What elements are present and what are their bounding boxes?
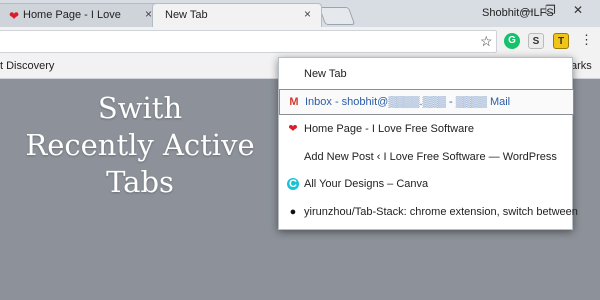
profile-name[interactable]: Shobhit@ILFS [482, 7, 554, 19]
tab-list-item-home-page[interactable]: ❤ Home Page - I Love Free Software [279, 117, 574, 143]
heart-icon: ❤ [9, 9, 20, 23]
bookmark-discovery[interactable]: t Discovery [0, 60, 54, 72]
tab-list-item-inbox[interactable]: M Inbox - shobhit@▒▒▒▒.▒▒▒ - ▒▒▒▒ Mail [279, 89, 574, 115]
menu-icon[interactable]: ⋮ [580, 32, 593, 48]
github-icon: ● [289, 206, 297, 218]
tab-list-item-label: yirunzhou/Tab-Stack: chrome extension, s… [304, 206, 578, 218]
headline-line-2: Recently Active [25, 128, 255, 162]
canva-icon: C [287, 178, 299, 190]
close-tab-icon[interactable]: × [304, 7, 311, 21]
heart-icon: ❤ [288, 123, 298, 135]
close-window-button[interactable]: ✕ [573, 3, 583, 17]
tab-list-item-label: Inbox - shobhit@▒▒▒▒.▒▒▒ - ▒▒▒▒ Mail [305, 96, 511, 108]
tab-list-item-new-tab[interactable]: New Tab [279, 62, 574, 88]
tab-list-item-label: Home Page - I Love Free Software [304, 123, 474, 135]
tab-list-item-github[interactable]: ● yirunzhou/Tab-Stack: chrome extension,… [279, 200, 578, 226]
tab-list-item-label: All Your Designs – Canva [304, 178, 429, 190]
tab-home-page[interactable]: ❤ Home Page - I Love Free × [0, 3, 160, 27]
headline-line-1: Swith [97, 91, 183, 125]
tab-stack-extension-icon[interactable]: T [553, 33, 569, 49]
tab-list-item-canva[interactable]: C All Your Designs – Canva [279, 172, 574, 198]
other-bookmarks[interactable]: arks [571, 60, 592, 72]
new-tab-button[interactable] [318, 7, 356, 25]
tab-switcher-popup: New Tab M Inbox - shobhit@▒▒▒▒.▒▒▒ - ▒▒▒… [278, 57, 578, 230]
close-tab-icon[interactable]: × [145, 7, 152, 21]
bookmark-star-icon[interactable]: ☆ [480, 33, 493, 50]
headline: Swith Recently Active Tabs [0, 90, 280, 201]
toolbar: ☆ G S T ⋮ [0, 27, 600, 54]
tab-label: Home Page - I Love Free [23, 9, 121, 21]
tab-list-item-add-new-post[interactable]: Add New Post ‹ I Love Free Software — Wo… [279, 145, 574, 171]
title-bar: ❤ Home Page - I Love Free × New Tab × Sh… [0, 0, 600, 27]
headline-line-3: Tabs [106, 165, 174, 199]
maximize-button[interactable]: ❐ [545, 3, 556, 17]
gmail-icon: M [289, 96, 299, 108]
tab-list-item-label: Add New Post ‹ I Love Free Software — Wo… [304, 151, 557, 163]
minimize-button[interactable]: — [521, 3, 533, 17]
tab-label: New Tab [165, 9, 208, 21]
s-extension-icon[interactable]: S [528, 33, 544, 49]
grammarly-extension-icon[interactable]: G [504, 33, 520, 49]
tab-list-item-label: New Tab [304, 68, 347, 80]
address-bar[interactable] [0, 30, 497, 53]
tab-new-tab[interactable]: New Tab × [152, 3, 322, 27]
